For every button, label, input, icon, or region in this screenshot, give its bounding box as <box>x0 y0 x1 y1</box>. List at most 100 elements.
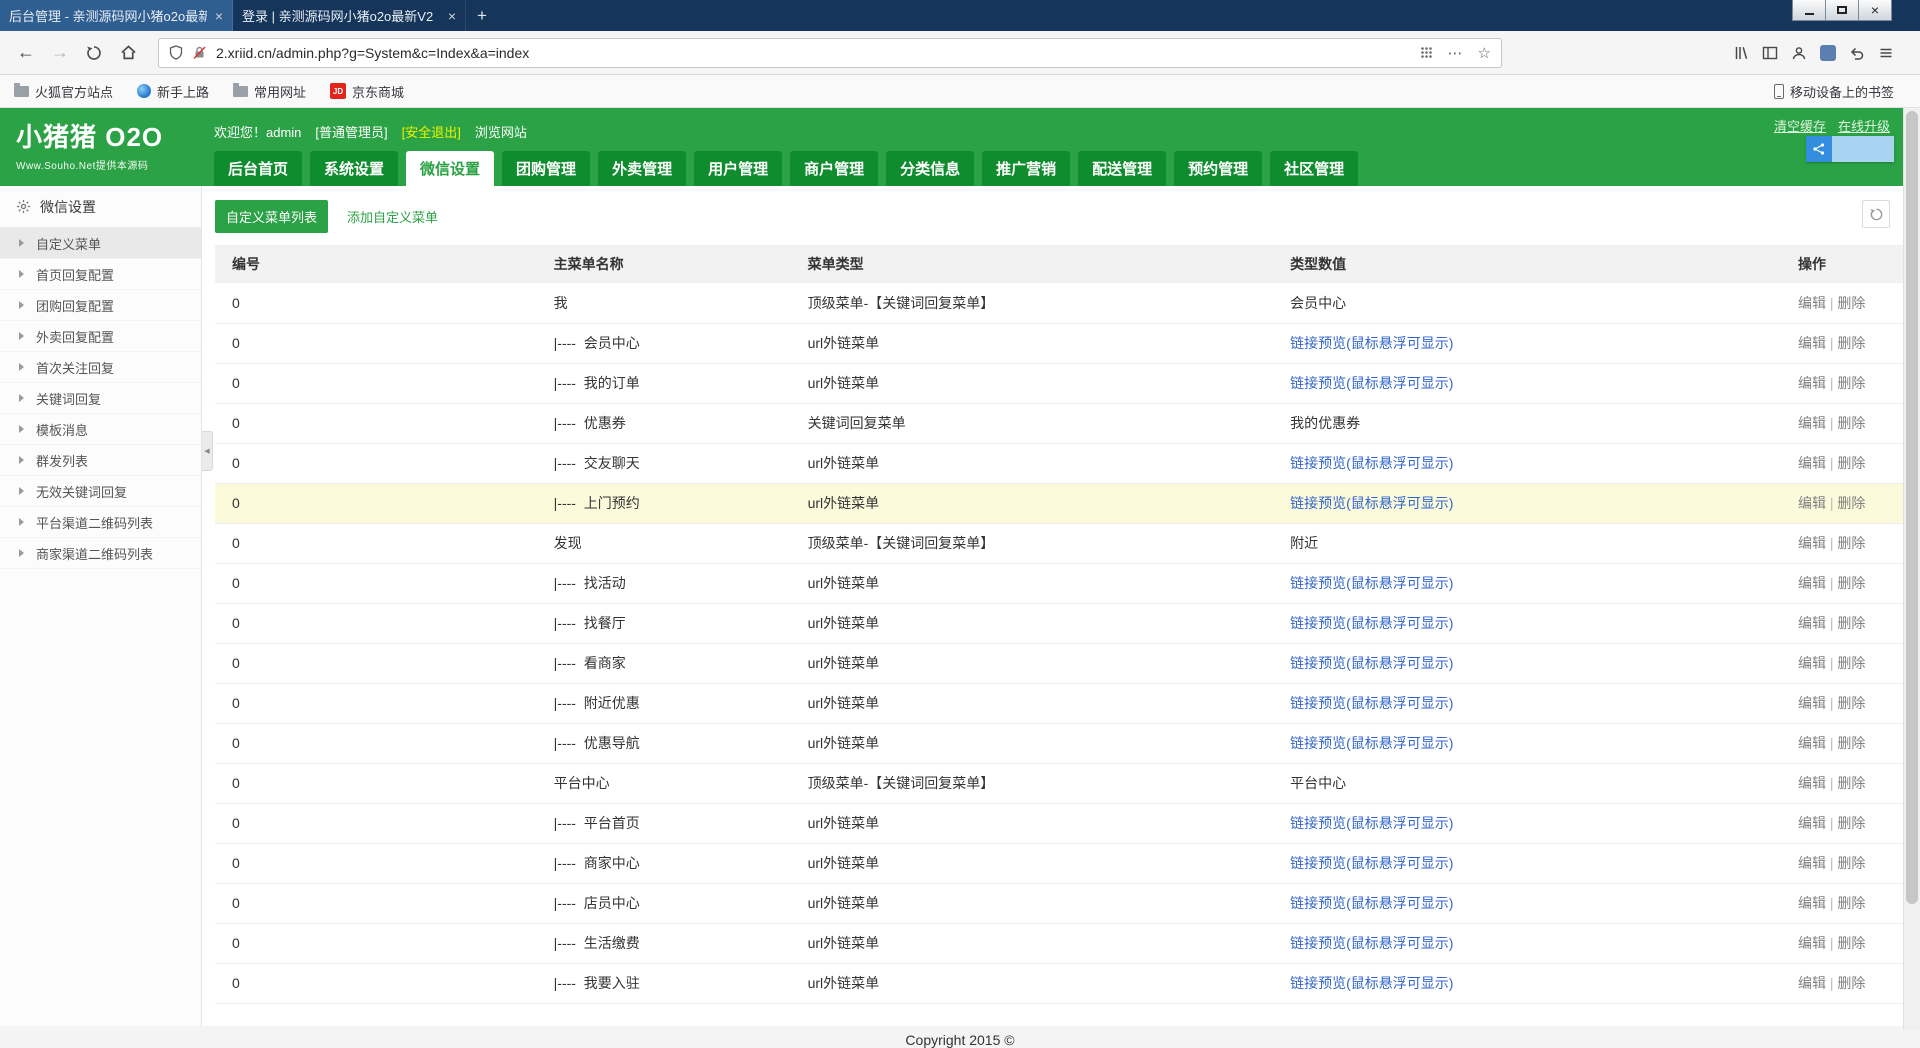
value-preview-link[interactable]: 链接预览(鼠标悬浮可显示) <box>1290 335 1453 351</box>
page-action-grid-icon[interactable] <box>1420 46 1433 59</box>
bookmark-star-icon[interactable]: ☆ <box>1478 44 1491 62</box>
address-bar[interactable]: 2.xriid.cn/admin.php?g=System&c=Index&a=… <box>158 38 1502 68</box>
delete-link[interactable]: 删除 <box>1837 975 1865 991</box>
sidebar-item[interactable]: 外卖回复配置 <box>0 321 201 352</box>
sidebar-item[interactable]: 平台渠道二维码列表 <box>0 507 201 538</box>
sidebar-item[interactable]: 自定义菜单 <box>0 228 201 259</box>
edit-link[interactable]: 编辑 <box>1798 535 1826 551</box>
scrollbar-thumb[interactable] <box>1906 111 1918 904</box>
value-preview-link[interactable]: 链接预览(鼠标悬浮可显示) <box>1290 815 1453 831</box>
edit-link[interactable]: 编辑 <box>1798 335 1826 351</box>
delete-link[interactable]: 删除 <box>1837 535 1865 551</box>
delete-link[interactable]: 删除 <box>1837 735 1865 751</box>
delete-link[interactable]: 删除 <box>1837 295 1865 311</box>
tab-close-icon[interactable]: × <box>448 8 456 24</box>
value-preview-link[interactable]: 链接预览(鼠标悬浮可显示) <box>1290 895 1453 911</box>
bookmark-item[interactable]: 火狐官方站点 <box>14 82 113 101</box>
admin-nav-tab[interactable]: 配送管理 <box>1078 151 1166 186</box>
edit-link[interactable]: 编辑 <box>1798 575 1826 591</box>
delete-link[interactable]: 删除 <box>1837 815 1865 831</box>
admin-nav-tab[interactable]: 商户管理 <box>790 151 878 186</box>
delete-link[interactable]: 删除 <box>1837 895 1865 911</box>
account-icon[interactable] <box>1791 45 1807 61</box>
edit-link[interactable]: 编辑 <box>1798 775 1826 791</box>
reload-button[interactable] <box>78 37 110 69</box>
close-button[interactable]: × <box>1858 0 1892 21</box>
new-tab-button[interactable]: + <box>466 0 498 31</box>
sidebar-item[interactable]: 首页回复配置 <box>0 259 201 290</box>
admin-nav-tab[interactable]: 系统设置 <box>310 151 398 186</box>
sidebar-item[interactable]: 无效关键词回复 <box>0 476 201 507</box>
admin-nav-tab[interactable]: 外卖管理 <box>598 151 686 186</box>
admin-nav-tab[interactable]: 用户管理 <box>694 151 782 186</box>
value-preview-link[interactable]: 链接预览(鼠标悬浮可显示) <box>1290 935 1453 951</box>
admin-nav-tab[interactable]: 推广营销 <box>982 151 1070 186</box>
value-preview-link[interactable]: 链接预览(鼠标悬浮可显示) <box>1290 655 1453 671</box>
browse-site-link[interactable]: 浏览网站 <box>475 122 527 141</box>
value-preview-link[interactable]: 链接预览(鼠标悬浮可显示) <box>1290 735 1453 751</box>
delete-link[interactable]: 删除 <box>1837 455 1865 471</box>
shield-icon[interactable] <box>169 45 183 60</box>
edit-link[interactable]: 编辑 <box>1798 495 1826 511</box>
edit-link[interactable]: 编辑 <box>1798 655 1826 671</box>
edit-link[interactable]: 编辑 <box>1798 455 1826 471</box>
value-preview-link[interactable]: 链接预览(鼠标悬浮可显示) <box>1290 495 1453 511</box>
bookmark-item[interactable]: 常用网址 <box>233 82 306 101</box>
edit-link[interactable]: 编辑 <box>1798 695 1826 711</box>
delete-link[interactable]: 删除 <box>1837 575 1865 591</box>
delete-link[interactable]: 删除 <box>1837 415 1865 431</box>
page-scrollbar[interactable] <box>1903 108 1920 1030</box>
edit-link[interactable]: 编辑 <box>1798 855 1826 871</box>
insecure-lock-icon[interactable] <box>192 45 207 60</box>
bookmark-item[interactable]: JD京东商城 <box>330 82 404 101</box>
edit-link[interactable]: 编辑 <box>1798 735 1826 751</box>
sidebar-item[interactable]: 关键词回复 <box>0 383 201 414</box>
admin-nav-tab[interactable]: 微信设置 <box>406 151 494 186</box>
page-actions-more-icon[interactable]: ⋯ <box>1448 44 1463 62</box>
edit-link[interactable]: 编辑 <box>1798 815 1826 831</box>
extension-badge[interactable] <box>1806 136 1894 162</box>
edit-link[interactable]: 编辑 <box>1798 615 1826 631</box>
online-upgrade-link[interactable]: 在线升级 <box>1838 116 1890 135</box>
delete-link[interactable]: 删除 <box>1837 615 1865 631</box>
bookmark-item[interactable]: 新手上路 <box>137 82 209 101</box>
value-preview-link[interactable]: 链接预览(鼠标悬浮可显示) <box>1290 615 1453 631</box>
delete-link[interactable]: 删除 <box>1837 655 1865 671</box>
tab-close-icon[interactable]: × <box>215 8 223 24</box>
undo-icon[interactable] <box>1849 45 1865 61</box>
browser-tab[interactable]: 登录 | 亲测源码网小猪o2o最新V2× <box>233 0 466 31</box>
sidebar-item[interactable]: 群发列表 <box>0 445 201 476</box>
add-menu-button[interactable]: 添加自定义菜单 <box>336 200 449 233</box>
edit-link[interactable]: 编辑 <box>1798 375 1826 391</box>
library-icon[interactable] <box>1733 45 1749 61</box>
delete-link[interactable]: 删除 <box>1837 855 1865 871</box>
sidebar-item[interactable]: 模板消息 <box>0 414 201 445</box>
delete-link[interactable]: 删除 <box>1837 335 1865 351</box>
value-preview-link[interactable]: 链接预览(鼠标悬浮可显示) <box>1290 575 1453 591</box>
delete-link[interactable]: 删除 <box>1837 775 1865 791</box>
delete-link[interactable]: 删除 <box>1837 375 1865 391</box>
back-button[interactable]: ← <box>10 37 42 69</box>
menu-list-tab[interactable]: 自定义菜单列表 <box>215 200 328 233</box>
edit-link[interactable]: 编辑 <box>1798 415 1826 431</box>
edit-link[interactable]: 编辑 <box>1798 975 1826 991</box>
sidebar-item[interactable]: 团购回复配置 <box>0 290 201 321</box>
delete-link[interactable]: 删除 <box>1837 495 1865 511</box>
clear-cache-link[interactable]: 清空缓存 <box>1774 116 1826 135</box>
forward-button[interactable]: → <box>44 37 76 69</box>
sidebar-item[interactable]: 首次关注回复 <box>0 352 201 383</box>
logout-link[interactable]: [安全退出] <box>402 122 461 141</box>
maximize-button[interactable] <box>1825 0 1859 21</box>
value-preview-link[interactable]: 链接预览(鼠标悬浮可显示) <box>1290 975 1453 991</box>
sidebar-collapse-handle[interactable]: ◀ <box>202 431 213 471</box>
edit-link[interactable]: 编辑 <box>1798 895 1826 911</box>
admin-nav-tab[interactable]: 社区管理 <box>1270 151 1358 186</box>
delete-link[interactable]: 删除 <box>1837 935 1865 951</box>
edit-link[interactable]: 编辑 <box>1798 295 1826 311</box>
sidebar-item[interactable]: 商家渠道二维码列表 <box>0 538 201 569</box>
sidebar-toggle-icon[interactable] <box>1762 45 1778 61</box>
refresh-button[interactable] <box>1862 200 1890 228</box>
value-preview-link[interactable]: 链接预览(鼠标悬浮可显示) <box>1290 455 1453 471</box>
menu-icon[interactable] <box>1878 45 1894 61</box>
edit-link[interactable]: 编辑 <box>1798 935 1826 951</box>
